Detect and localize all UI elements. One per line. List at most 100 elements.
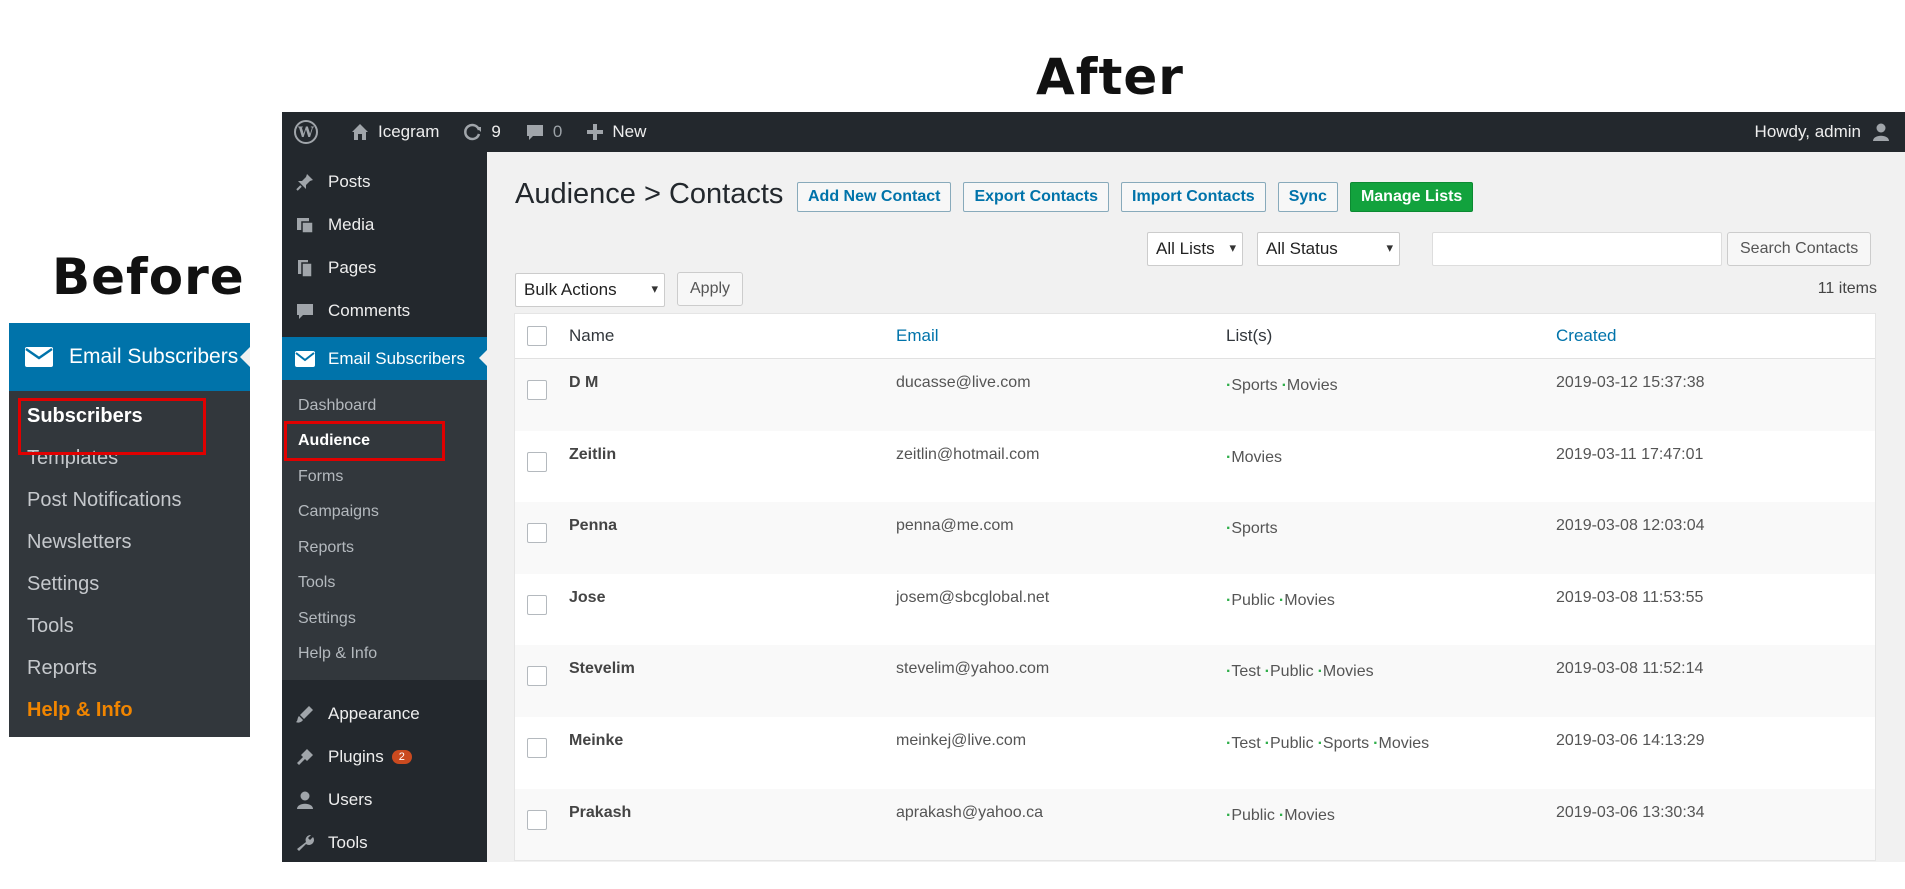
before-menu-header[interactable]: Email Subscribers bbox=[9, 323, 250, 391]
menu-tools[interactable]: Tools bbox=[282, 821, 487, 862]
export-contacts-button[interactable]: Export Contacts bbox=[963, 182, 1110, 212]
list-tag: Public bbox=[1270, 734, 1314, 752]
menu-comments-label: Comments bbox=[328, 300, 411, 320]
after-label: After bbox=[1036, 48, 1184, 106]
menu-pages[interactable]: Pages bbox=[282, 246, 487, 289]
contact-email: zeitlin@hotmail.com bbox=[896, 445, 1040, 463]
list-tag: Movies bbox=[1284, 591, 1335, 609]
submenu-campaigns[interactable]: Campaigns bbox=[282, 495, 487, 531]
contact-name[interactable]: Penna bbox=[569, 517, 896, 535]
updates-count: 9 bbox=[491, 122, 501, 141]
add-new-contact-button[interactable]: Add New Contact bbox=[797, 182, 952, 212]
before-menu-item[interactable]: Reports bbox=[9, 647, 250, 689]
refresh-icon bbox=[464, 123, 482, 141]
table-row[interactable]: Zeitlin zeitlin@hotmail.com ·Movies 2019-03… bbox=[515, 431, 1875, 503]
contact-created: 2019-03-06 13:30:34 bbox=[1556, 803, 1705, 821]
contact-created: 2019-03-08 11:52:14 bbox=[1556, 660, 1704, 678]
before-menu-item[interactable]: Post Notifications bbox=[9, 479, 250, 521]
table-header: Name Email List(s) Created bbox=[515, 314, 1875, 359]
main-content: Audience > Contacts Add New Contact Expo… bbox=[487, 152, 1905, 862]
updates-link[interactable]: 9 bbox=[451, 112, 512, 152]
column-lists: List(s) bbox=[1226, 326, 1273, 345]
contact-created: 2019-03-08 11:53:55 bbox=[1556, 588, 1704, 606]
list-tag: Sports bbox=[1231, 520, 1278, 538]
site-name: Icegram bbox=[378, 122, 440, 141]
user-avatar-icon bbox=[1873, 123, 1889, 141]
admin-bar: W Icegram 9 0 New Howdy, admin bbox=[282, 112, 1905, 152]
row-checkbox[interactable] bbox=[527, 594, 547, 615]
manage-lists-button[interactable]: Manage Lists bbox=[1349, 182, 1474, 212]
before-menu-item[interactable]: Settings bbox=[9, 563, 250, 605]
menu-pages-label: Pages bbox=[328, 257, 377, 277]
menu-media[interactable]: Media bbox=[282, 203, 487, 246]
contact-name[interactable]: Stevelim bbox=[569, 660, 896, 678]
bulk-actions-select[interactable]: Bulk Actions bbox=[515, 273, 665, 307]
menu-users[interactable]: Users bbox=[282, 778, 487, 821]
before-label: Before bbox=[52, 248, 245, 306]
contact-name[interactable]: Meinke bbox=[569, 732, 896, 750]
column-email[interactable]: Email bbox=[896, 326, 1226, 346]
table-row[interactable]: Jose josem@sbcglobal.net ·Public ·Movies 201… bbox=[515, 574, 1875, 646]
comments-link[interactable]: 0 bbox=[513, 112, 574, 152]
menu-comments[interactable]: Comments bbox=[282, 289, 487, 332]
lists-filter-select[interactable]: All Lists bbox=[1147, 232, 1243, 266]
menu-plugins[interactable]: Plugins 2 bbox=[282, 735, 487, 778]
before-menu-item[interactable]: Tools bbox=[9, 605, 250, 647]
comment-icon bbox=[526, 125, 543, 140]
menu-posts[interactable]: Posts bbox=[282, 160, 487, 203]
wp-logo-button[interactable]: W bbox=[282, 112, 338, 152]
row-checkbox[interactable] bbox=[527, 451, 547, 472]
before-menu-item[interactable]: Help & Info bbox=[9, 689, 250, 731]
menu-appearance[interactable]: Appearance bbox=[282, 692, 487, 735]
row-checkbox[interactable] bbox=[527, 523, 547, 544]
menu-plugins-label: Plugins bbox=[328, 746, 384, 766]
select-all-checkbox[interactable] bbox=[527, 326, 547, 346]
sync-button[interactable]: Sync bbox=[1277, 182, 1338, 212]
row-checkbox[interactable] bbox=[527, 380, 547, 400]
table-row[interactable]: Meinke meinkej@live.com ·Test ·Public ·Sport… bbox=[515, 717, 1875, 789]
search-contacts-button[interactable]: Search Contacts bbox=[1727, 232, 1872, 266]
before-menu-item[interactable]: Newsletters bbox=[9, 521, 250, 563]
menu-email-subscribers[interactable]: Email Subscribers bbox=[282, 337, 487, 380]
contact-lists: ·Test ·Public ·Movies bbox=[1226, 663, 1556, 681]
table-row[interactable]: Stevelim stevelim@yahoo.com ·Test ·Public ·M… bbox=[515, 645, 1875, 717]
contact-name[interactable]: Jose bbox=[569, 589, 896, 607]
contact-name[interactable]: D M bbox=[569, 374, 896, 392]
contact-name[interactable]: Prakash bbox=[569, 804, 896, 822]
new-content-link[interactable]: New bbox=[574, 112, 658, 152]
row-checkbox[interactable] bbox=[527, 737, 547, 758]
import-contacts-button[interactable]: Import Contacts bbox=[1121, 182, 1266, 212]
submenu-help-info[interactable]: Help & Info bbox=[282, 637, 487, 673]
row-checkbox[interactable] bbox=[527, 809, 547, 830]
search-contacts-input[interactable] bbox=[1432, 232, 1722, 266]
submenu-dashboard[interactable]: Dashboard bbox=[282, 388, 487, 424]
table-row[interactable]: D Mducasse@live.com ·Sports ·Movies 2019-03… bbox=[515, 359, 1875, 431]
contact-name[interactable]: Zeitlin bbox=[569, 446, 896, 464]
contact-created: 2019-03-06 14:13:29 bbox=[1556, 731, 1705, 749]
menu-posts-label: Posts bbox=[328, 171, 371, 191]
submenu-forms[interactable]: Forms bbox=[282, 459, 487, 495]
submenu-settings[interactable]: Settings bbox=[282, 601, 487, 637]
menu-tools-label: Tools bbox=[328, 832, 368, 852]
submenu-reports[interactable]: Reports bbox=[282, 530, 487, 566]
contact-created: 2019-03-11 17:47:01 bbox=[1556, 445, 1704, 463]
contact-lists: ·Movies bbox=[1226, 449, 1556, 467]
apply-button[interactable]: Apply bbox=[677, 272, 744, 306]
table-body: D Mducasse@live.com ·Sports ·Movies 2019-03… bbox=[515, 359, 1875, 861]
contact-email: stevelim@yahoo.com bbox=[896, 660, 1050, 678]
lists-filter-value: All Lists bbox=[1156, 239, 1215, 258]
site-name-link[interactable]: Icegram bbox=[338, 112, 451, 152]
submenu-tools[interactable]: Tools bbox=[282, 566, 487, 602]
table-row[interactable]: Penna penna@me.com ·Sports 2019-03-08 12:03… bbox=[515, 502, 1875, 574]
table-row[interactable]: Prakash aprakash@yahoo.ca ·Public ·Movies 20… bbox=[515, 788, 1875, 861]
account-menu[interactable]: Howdy, admin bbox=[1755, 112, 1891, 152]
contact-email: josem@sbcglobal.net bbox=[896, 588, 1050, 606]
status-filter-select[interactable]: All Status bbox=[1257, 232, 1400, 266]
status-filter-value: All Status bbox=[1266, 239, 1338, 258]
highlight-box-subscribers bbox=[18, 398, 206, 455]
row-checkbox[interactable] bbox=[527, 666, 547, 687]
contact-email: penna@me.com bbox=[896, 517, 1014, 535]
column-name[interactable]: Name bbox=[569, 326, 896, 346]
column-created[interactable]: Created bbox=[1556, 326, 1875, 346]
svg-text:W: W bbox=[297, 125, 314, 141]
